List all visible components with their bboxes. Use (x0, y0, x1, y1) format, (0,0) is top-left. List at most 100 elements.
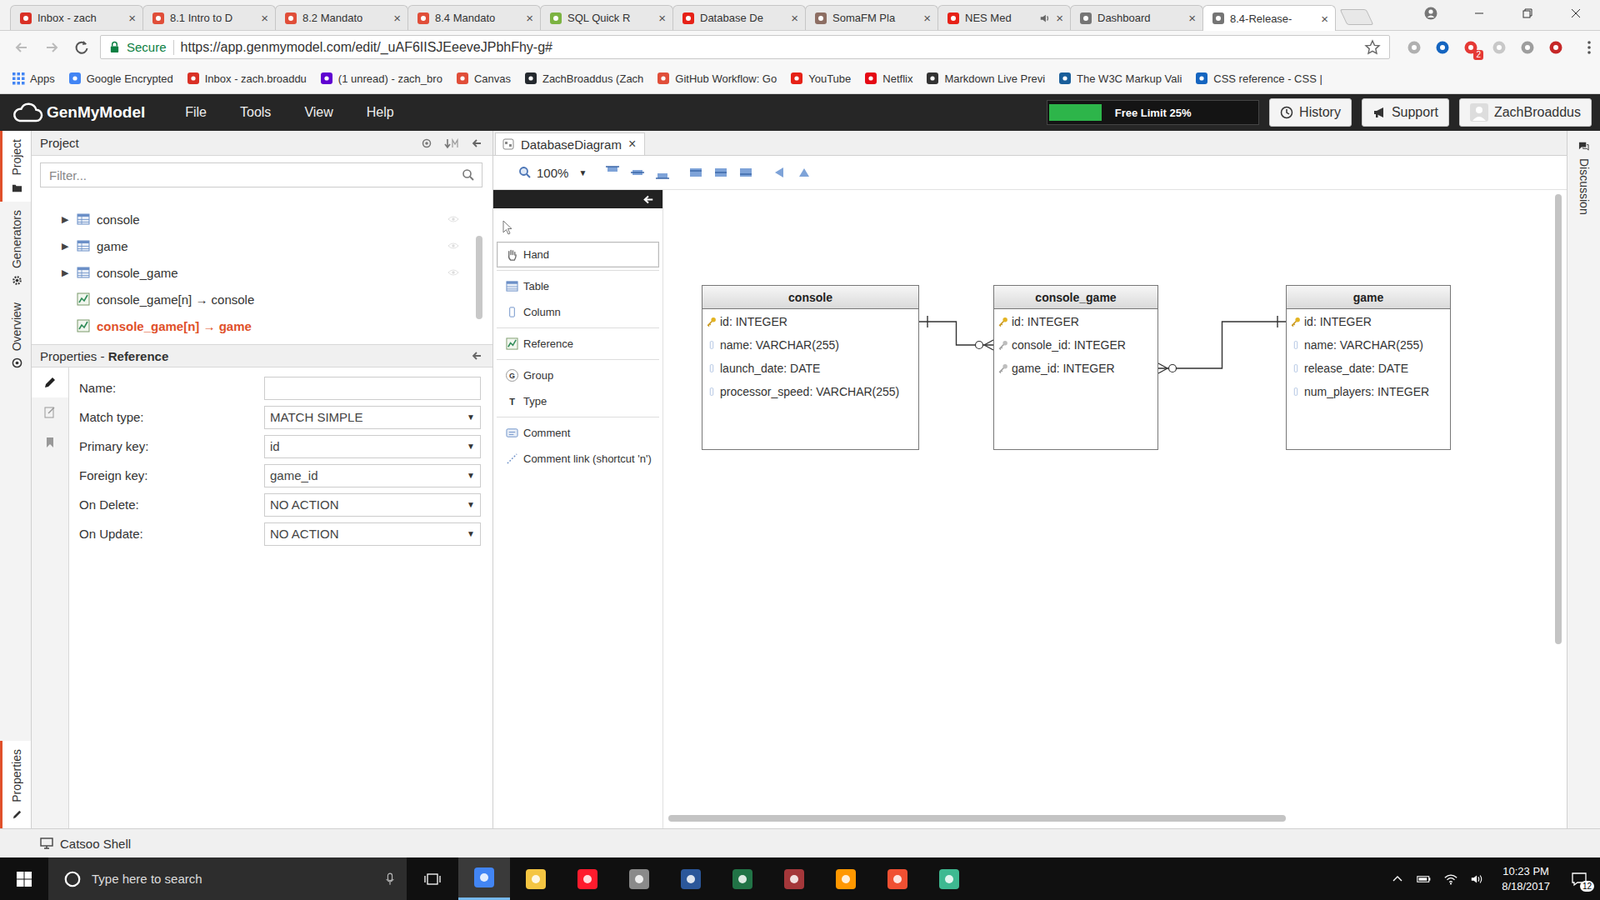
diagram-table[interactable]: consoleid: INTEGERname: VARCHAR(255)laun… (701, 285, 920, 450)
palette-item[interactable]: Column (496, 299, 660, 325)
palette-item[interactable]: Comment link (shortcut 'n') (496, 445, 660, 472)
tree-item[interactable]: ▶console_game (31, 259, 476, 286)
menu-item[interactable]: Help (350, 105, 411, 120)
extension-button[interactable] (1490, 38, 1509, 57)
distribute-icon[interactable] (688, 165, 704, 180)
tree-item[interactable]: console_game[n] → game (31, 312, 476, 340)
collapse-icon[interactable] (470, 350, 483, 362)
url-text[interactable]: https://app.genmymodel.com/edit/_uAF6IIS… (180, 40, 1358, 55)
align-icon[interactable] (630, 165, 645, 180)
volume-icon[interactable] (1470, 872, 1485, 886)
collapse-palette-icon[interactable] (642, 195, 655, 205)
palette-item[interactable]: Comment (496, 420, 660, 446)
property-field[interactable]: game_id▼ (264, 464, 481, 488)
palette-item[interactable]: Reference (496, 330, 660, 357)
palette-item[interactable]: Hand (496, 241, 660, 268)
clock[interactable]: 10:23 PM8/18/2017 (1496, 864, 1555, 895)
star-icon[interactable] (1364, 39, 1381, 56)
taskbar-app[interactable] (458, 857, 510, 900)
extension-button[interactable] (1433, 38, 1452, 57)
side-tab[interactable]: Project (0, 130, 31, 202)
taskbar-app[interactable] (871, 857, 924, 900)
distribute-icon[interactable] (738, 165, 754, 180)
diagram-canvas[interactable]: consoleid: INTEGERname: VARCHAR(255)laun… (663, 190, 1567, 829)
property-field[interactable]: MATCH SIMPLE▼ (264, 405, 481, 430)
extension-button[interactable] (1546, 38, 1565, 57)
eye-icon[interactable] (447, 215, 460, 224)
editor-tab-close[interactable]: × (628, 136, 636, 152)
browser-tab[interactable]: 8.4 Mandato× (407, 5, 541, 30)
taskbar-app[interactable] (561, 857, 614, 900)
extension-button[interactable] (1405, 38, 1424, 57)
taskbar-app[interactable] (716, 857, 769, 900)
side-tab[interactable]: Discussion (1567, 130, 1600, 225)
tree-scroll-thumb[interactable] (475, 235, 483, 320)
property-field[interactable]: id▼ (264, 435, 481, 459)
action-center-button[interactable]: 12 (1566, 866, 1592, 892)
tab-close-button[interactable]: × (1055, 10, 1064, 25)
browser-tab[interactable]: Database De× (672, 5, 806, 30)
bookmark[interactable]: Netflix (864, 71, 913, 85)
table-column[interactable]: name: VARCHAR(255) (702, 333, 919, 357)
restore-button[interactable] (1503, 0, 1552, 30)
menu-item[interactable]: View (287, 105, 350, 120)
table-column[interactable]: release_date: DATE (1286, 356, 1450, 380)
table-column[interactable]: launch_date: DATE (702, 356, 919, 380)
new-tab-button[interactable] (1340, 9, 1375, 25)
table-column[interactable]: num_players: INTEGER (1286, 380, 1450, 404)
tab-close-button[interactable]: × (790, 10, 799, 25)
sort-icon[interactable] (444, 137, 460, 150)
table-column[interactable]: processor_speed: VARCHAR(255) (702, 380, 919, 404)
start-button[interactable] (0, 857, 49, 900)
tree-item[interactable]: ▶console (31, 205, 476, 233)
palette-item[interactable]: Table (496, 273, 660, 300)
close-window-button[interactable] (1551, 0, 1600, 30)
eye-icon[interactable] (447, 241, 460, 250)
menu-item[interactable]: Tools (223, 105, 288, 120)
task-view-button[interactable] (406, 857, 459, 900)
expand-arrow[interactable]: ▶ (61, 267, 77, 279)
browser-tab[interactable]: SQL Quick R× (540, 5, 674, 30)
expand-arrow[interactable]: ▶ (61, 240, 77, 252)
taskbar-search[interactable]: Type here to search (48, 857, 407, 900)
browser-tab[interactable]: 8.1 Intro to D× (142, 5, 276, 30)
tab-close-button[interactable]: × (525, 10, 534, 25)
table-column[interactable]: name: VARCHAR(255) (1286, 333, 1450, 357)
header-button[interactable]: History (1269, 98, 1352, 127)
palette-item[interactable]: TType (496, 388, 660, 415)
bookmark[interactable]: (1 unread) - zach_bro (320, 71, 443, 85)
property-field[interactable]: NO ACTION▼ (264, 493, 481, 517)
omnibox[interactable]: Securehttps://app.genmymodel.com/edit/_u… (100, 35, 1390, 60)
bookmark[interactable]: The W3C Markup Vali (1058, 71, 1182, 85)
table-column[interactable]: id: INTEGER (994, 310, 1158, 334)
header-button[interactable]: Support (1361, 98, 1450, 127)
align-icon[interactable] (605, 165, 620, 180)
table-column[interactable]: id: INTEGER (1286, 310, 1450, 334)
browser-tab[interactable]: Dashboard× (1070, 5, 1204, 30)
microphone-icon[interactable] (385, 871, 395, 887)
browser-tab[interactable]: 8.2 Mandato× (275, 5, 409, 30)
editor-tab[interactable]: DatabaseDiagram× (495, 132, 645, 155)
taskbar-app[interactable] (923, 857, 975, 900)
bookmark[interactable]: Google Encrypted (68, 71, 174, 85)
user-button[interactable]: ZachBroaddus (1459, 98, 1592, 127)
bookmark[interactable]: Inbox - zach.broaddu (186, 71, 307, 85)
canvas-horizontal-scrollbar[interactable] (668, 815, 1286, 822)
taskbar-app[interactable] (768, 857, 820, 900)
diagram-table[interactable]: console_gameid: INTEGERconsole_id: INTEG… (993, 285, 1159, 450)
tab-close-button[interactable]: × (923, 10, 931, 25)
documentation-tab[interactable] (31, 397, 69, 428)
edit-tab[interactable] (31, 367, 69, 398)
locate-icon[interactable] (420, 137, 433, 150)
bookmark[interactable]: GitHub Workflow: Go (656, 71, 777, 85)
tree-item[interactable]: ▶game (31, 232, 476, 260)
table-column[interactable]: console_id: INTEGER (994, 333, 1158, 357)
bookmark[interactable]: ZachBroaddus (Zach (524, 71, 644, 85)
battery-icon[interactable] (1416, 872, 1432, 886)
side-tab[interactable]: Generators (0, 201, 31, 295)
bookmark[interactable]: CSS reference - CSS | (1195, 71, 1323, 85)
wifi-icon[interactable] (1443, 872, 1459, 886)
tab-close-button[interactable]: × (658, 10, 666, 25)
filter-input[interactable]: Filter... (40, 162, 483, 188)
side-tab[interactable]: Overview (0, 294, 31, 377)
